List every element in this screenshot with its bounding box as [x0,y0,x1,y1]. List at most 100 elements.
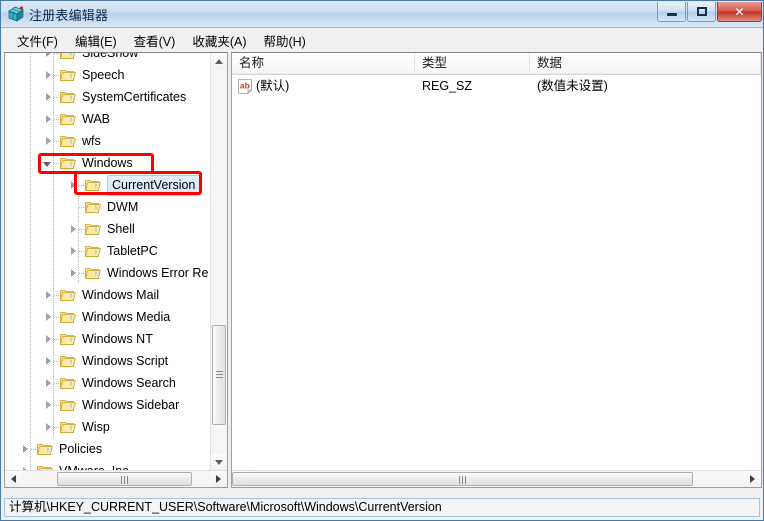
folder-icon [60,354,76,368]
tree-guide-line [30,416,31,438]
triangle-icon [46,379,51,387]
tree-guide-line [53,196,54,218]
tree-item-windows-search[interactable]: Windows Search [5,372,210,394]
tree-item-policies[interactable]: Policies [5,438,210,460]
tree-item-windows-script[interactable]: Windows Script [5,350,210,372]
expander-collapsed-icon[interactable] [40,394,54,416]
tree-item-label: Wisp [82,416,110,438]
value-data: (数值未设置) [537,75,608,97]
tree-guide-line [53,218,54,240]
triangle-icon [46,93,51,101]
tree-guide-line [30,218,31,240]
expander-collapsed-icon[interactable] [65,218,79,240]
menu-view[interactable]: 查看(V) [126,28,185,53]
menu-help[interactable]: 帮助(H) [255,28,314,53]
menu-file[interactable]: 文件(F) [9,28,67,53]
tree-guide-line [53,240,54,262]
maximize-button[interactable] [687,2,716,22]
tree-item-label: Windows [82,152,133,174]
triangle-icon [46,401,51,409]
tree-vscroll-thumb[interactable] [212,325,226,425]
triangle-icon [71,247,76,255]
column-data[interactable]: 数据 [530,53,761,74]
expander-collapsed-icon[interactable] [17,438,31,460]
tree-item-speech[interactable]: Speech [5,64,210,86]
folder-icon [60,156,76,170]
expander-collapsed-icon[interactable] [40,130,54,152]
tree-item-windows-error-re[interactable]: Windows Error Re [5,262,210,284]
expander-collapsed-icon[interactable] [40,350,54,372]
folder-icon [60,288,76,302]
expander-collapsed-icon[interactable] [40,306,54,328]
close-button[interactable]: ✕ [717,2,762,22]
tree-guide-line [30,262,31,284]
values-hscroll-thumb[interactable] [232,472,693,486]
folder-icon [60,420,76,434]
expander-collapsed-icon[interactable] [40,372,54,394]
scroll-down-button[interactable] [211,454,227,471]
expander-collapsed-icon[interactable] [65,262,79,284]
tree-item-tabletpc[interactable]: TabletPC [5,240,210,262]
expander-collapsed-icon[interactable] [40,328,54,350]
triangle-icon [46,53,51,57]
expander-collapsed-icon[interactable] [65,174,79,196]
tree-item-shell[interactable]: Shell [5,218,210,240]
column-type[interactable]: 类型 [415,53,530,74]
expander-collapsed-icon[interactable] [40,86,54,108]
triangle-icon [46,115,51,123]
string-value-icon: ab [238,79,252,94]
tree-item-wfs[interactable]: wfs [5,130,210,152]
tree-vertical-scrollbar[interactable] [210,53,227,471]
folder-icon [85,244,101,258]
tree-guide-line [30,284,31,306]
tree-item-label: WAB [82,108,110,130]
tree-item-label: Policies [59,438,102,460]
minimize-button[interactable] [657,2,686,22]
folder-icon [60,134,76,148]
menu-edit[interactable]: 编辑(E) [67,28,126,53]
scroll-right-icon [750,475,755,483]
menu-favorites[interactable]: 收藏夹(A) [184,28,255,53]
tree-item-wab[interactable]: WAB [5,108,210,130]
client-area: SideShowSpeechSystemCertificatesWABwfsWi… [1,52,764,497]
tree-item-label: Windows Mail [82,284,159,306]
tree-item-windows[interactable]: Windows [5,152,210,174]
hscroll-right-button[interactable] [210,471,227,487]
tree-item-dwm[interactable]: DWM [5,196,210,218]
tree-item-windows-nt[interactable]: Windows NT [5,328,210,350]
tree-guide-line [30,196,31,218]
tree-item-label: Windows Media [82,306,170,328]
scroll-up-button[interactable] [211,53,227,70]
expander-collapsed-icon[interactable] [40,64,54,86]
tree-guide-line [30,174,31,196]
expander-expanded-icon[interactable] [40,152,54,174]
tree-guide-line [30,86,31,108]
tree-scroll-viewport: SideShowSpeechSystemCertificatesWABwfsWi… [5,53,210,471]
hscroll-right-button[interactable] [744,471,761,487]
values-horizontal-scrollbar[interactable] [232,470,761,487]
tree-item-windows-mail[interactable]: Windows Mail [5,284,210,306]
registry-tree: SideShowSpeechSystemCertificatesWABwfsWi… [5,53,210,471]
folder-icon [60,398,76,412]
value-type: REG_SZ [422,75,472,97]
tree-item-wisp[interactable]: Wisp [5,416,210,438]
tree-item-currentversion[interactable]: CurrentVersion [5,174,210,196]
tree-item-systemcertificates[interactable]: SystemCertificates [5,86,210,108]
tree-item-windows-media[interactable]: Windows Media [5,306,210,328]
expander-collapsed-icon[interactable] [40,416,54,438]
close-icon: ✕ [718,2,761,21]
tree-item-windows-sidebar[interactable]: Windows Sidebar [5,394,210,416]
column-name[interactable]: 名称 [232,53,415,74]
expander-collapsed-icon[interactable] [40,284,54,306]
tree-item-sideshow[interactable]: SideShow [5,53,210,64]
expander-collapsed-icon[interactable] [65,240,79,262]
hscroll-left-button[interactable] [5,471,22,487]
scroll-up-icon [215,59,223,64]
tree-guide-line [30,130,31,152]
folder-icon [60,332,76,346]
value-row[interactable]: ab(默认)REG_SZ(数值未设置) [232,75,761,97]
tree-hscroll-thumb[interactable] [57,472,192,486]
expander-collapsed-icon[interactable] [40,53,54,64]
tree-horizontal-scrollbar[interactable] [5,470,227,487]
expander-collapsed-icon[interactable] [40,108,54,130]
